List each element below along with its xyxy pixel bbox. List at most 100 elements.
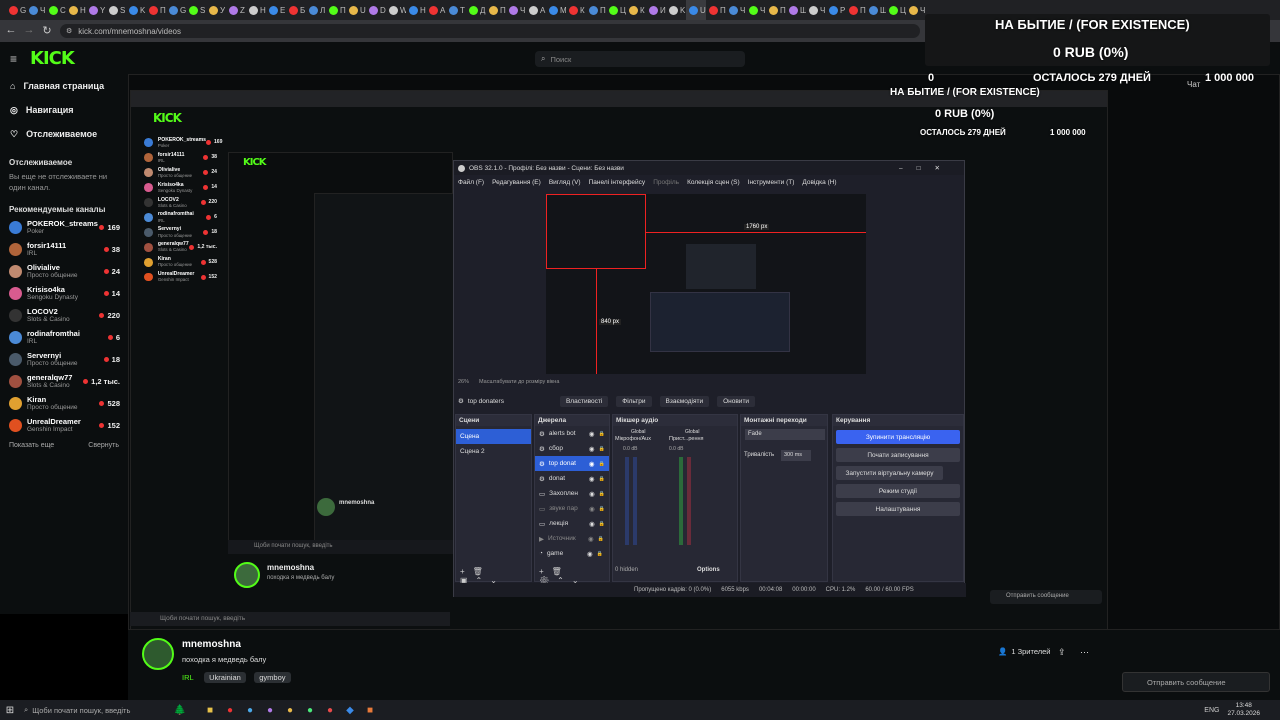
visibility-icon[interactable]: ◉ (589, 520, 595, 528)
browser-tab[interactable]: Ч (506, 0, 526, 20)
kick-logo[interactable]: KICK (30, 48, 75, 69)
recommended-channel[interactable]: forsir14111 IRL 38 (0, 238, 128, 260)
search-input[interactable]: ⌕ Поиск (535, 51, 745, 67)
url-field[interactable]: ⚙ kick.com/mnemoshna/videos (60, 24, 920, 38)
more-icon[interactable]: ⋯ (1080, 647, 1089, 658)
lock-icon[interactable]: 🔒 (599, 491, 605, 497)
chrome-icon-2[interactable]: ● (300, 700, 320, 720)
obs-menu-item[interactable]: Профіль (653, 179, 679, 186)
recommended-channel[interactable]: UnrealDreamer Genshin Impact 152 (0, 414, 128, 436)
browser-tab[interactable]: Ч (746, 0, 766, 20)
sidebar-nav-item[interactable]: ◎ Навигация (0, 98, 128, 122)
recommended-channel[interactable]: UnrealDreamer Genshin Impact 152 (135, 270, 225, 285)
site-info-icon[interactable]: ⚙ (66, 27, 72, 35)
scale-hint[interactable]: Масштабувати до розміру вікна (479, 379, 559, 385)
recommended-channel[interactable]: Kiran Просто общение 528 (135, 255, 225, 270)
source-item[interactable]: ▶ Источник ◉ 🔒 (535, 531, 609, 546)
browser-tab[interactable]: E (266, 0, 286, 20)
obs-menu-item[interactable]: Редагування (E) (492, 179, 541, 186)
obs-menu-item[interactable]: Файл (F) (458, 179, 484, 186)
source-item[interactable]: ▭ лекція ◉ 🔒 (535, 516, 609, 531)
lock-icon[interactable]: 🔒 (598, 536, 604, 542)
recommended-channel[interactable]: rodinafromthai IRL 6 (0, 326, 128, 348)
scene-item[interactable]: Сцена (456, 429, 531, 444)
duration-input[interactable]: 300 ms (781, 450, 811, 461)
tag[interactable]: gymboy (254, 672, 291, 683)
reload-icon[interactable]: ↻ (40, 24, 54, 37)
browser-tab[interactable]: Ч (726, 0, 746, 20)
visibility-icon[interactable]: ◉ (589, 430, 595, 438)
browser-tab[interactable]: A (426, 0, 446, 20)
source-item[interactable]: ◔ game ◉ 🔒 (535, 546, 609, 561)
browser-tab[interactable]: Н (66, 0, 86, 20)
scene-item[interactable]: Сцена 2 (456, 444, 531, 459)
source-item[interactable]: ⚙ сбор ◉ 🔒 (535, 441, 609, 456)
browser-tab[interactable]: Ч (906, 0, 926, 20)
recommended-channel[interactable]: Kiran Просто общение 528 (0, 392, 128, 414)
browser-tab[interactable]: Ч (26, 0, 46, 20)
refresh-button[interactable]: Оновити (717, 395, 756, 407)
streamer-avatar[interactable] (142, 638, 174, 670)
lock-icon[interactable]: 🔒 (599, 431, 605, 437)
browser-tab[interactable]: U (686, 0, 706, 20)
virtual-camera-button[interactable]: Запустити віртуальну камеру (836, 466, 943, 480)
menu-icon[interactable]: ≡ (10, 52, 17, 66)
browser-tab[interactable]: D (366, 0, 386, 20)
browser-tab[interactable]: П (486, 0, 506, 20)
window-controls[interactable]: –□✕ (899, 164, 954, 172)
clock[interactable]: 13:48 27.03.2026 (1227, 702, 1260, 718)
browser-tab[interactable]: Р (826, 0, 846, 20)
lock-icon[interactable]: 🔒 (599, 506, 605, 512)
browser-tab[interactable]: W (386, 0, 406, 20)
browser-tab[interactable]: Ч (806, 0, 826, 20)
weather-icon[interactable]: 🌲 (160, 700, 200, 720)
browser-tab[interactable]: П (586, 0, 606, 20)
browser-tab[interactable]: П (706, 0, 726, 20)
transition-select[interactable]: Fade (745, 429, 825, 440)
recommended-channel[interactable]: forsir14111 IRL 38 (135, 150, 225, 165)
sidebar-nav-item[interactable]: ⌂ Главная страница (0, 74, 128, 98)
filters-button[interactable]: Фільтри (616, 395, 652, 407)
source-item[interactable]: ⚙ alerts bot ◉ 🔒 (535, 426, 609, 441)
browser-tab[interactable]: Т (446, 0, 466, 20)
recommended-channel[interactable]: Olivialive Просто общение 24 (0, 260, 128, 282)
back-icon[interactable]: ← (4, 24, 18, 36)
browser-tab[interactable]: Б (286, 0, 306, 20)
taskbar-search[interactable]: ⌕ Щоби почати пошук, введіть (20, 702, 160, 718)
visibility-icon[interactable]: ◉ (589, 490, 595, 498)
obs-preview[interactable]: 1760 px 840 px (546, 194, 866, 374)
settings-button[interactable]: Налаштування (836, 502, 960, 516)
browser-tab[interactable]: Ш (866, 0, 886, 20)
browser-tab[interactable]: П (326, 0, 346, 20)
chat-input[interactable]: Отправить сообщение (1122, 672, 1270, 692)
browser-tab[interactable]: И (646, 0, 666, 20)
source-item[interactable]: ▭ Захоплен ◉ 🔒 (535, 486, 609, 501)
browser-tab[interactable]: Ш (786, 0, 806, 20)
share-icon[interactable]: ⇪ (1058, 647, 1066, 658)
browser-tab[interactable]: К (626, 0, 646, 20)
browser-tab[interactable]: Л (306, 0, 326, 20)
obs-menu-item[interactable]: Колекція сцен (S) (687, 179, 740, 186)
studio-mode-button[interactable]: Режим студії (836, 484, 960, 498)
tag-category[interactable]: IRL (182, 673, 194, 682)
mixer-hidden[interactable]: 0 hidden (615, 567, 638, 573)
source-item[interactable]: ⚙ donat ◉ 🔒 (535, 471, 609, 486)
collapse-link[interactable]: Свернуть (88, 442, 119, 449)
browser-tab[interactable]: Д (466, 0, 486, 20)
browser-tab[interactable]: А (526, 0, 546, 20)
browser-icon[interactable]: ● (260, 700, 280, 720)
recommended-channel[interactable]: generalqw77 Slots & Casino 1,2 тыс. (0, 370, 128, 392)
streamer-name[interactable]: mnemoshna (182, 639, 241, 650)
stop-stream-button[interactable]: Зупинити трансляцію (836, 430, 960, 444)
source-item[interactable]: ▭ звуке пар ◉ 🔒 (535, 501, 609, 516)
vscode-icon[interactable]: ◆ (340, 700, 360, 720)
visibility-icon[interactable]: ◉ (587, 550, 593, 558)
browser-tab[interactable]: Y (86, 0, 106, 20)
recommended-channel[interactable]: Servernyi Просто общение 18 (0, 348, 128, 370)
recommended-channel[interactable]: Olivialive Просто общение 24 (135, 165, 225, 180)
visibility-icon[interactable]: ◉ (589, 505, 595, 513)
visibility-icon[interactable]: ◉ (589, 445, 595, 453)
recommended-channel[interactable]: Krisiso4ka Sengoku Dynasty 14 (0, 282, 128, 304)
tag[interactable]: Ukrainian (204, 672, 246, 683)
browser-tab[interactable]: G (6, 0, 26, 20)
